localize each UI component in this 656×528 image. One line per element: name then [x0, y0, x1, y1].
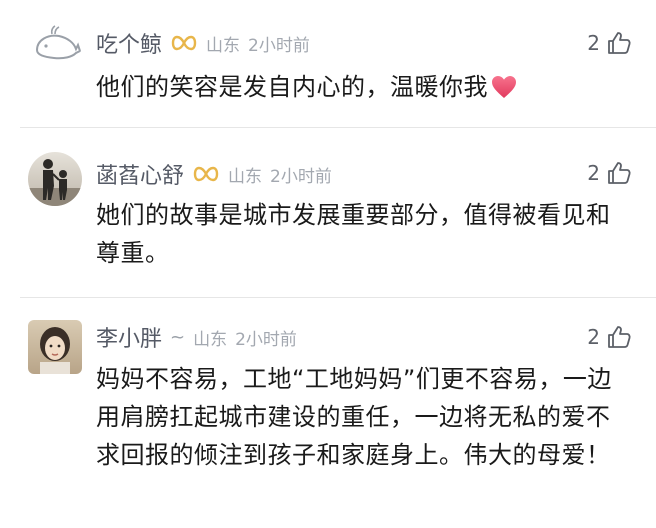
username[interactable]: 吃个鲸: [96, 27, 162, 59]
username[interactable]: 菡萏心舒: [96, 158, 184, 190]
timestamp: 2小时前: [235, 329, 297, 350]
like-button[interactable]: 2: [587, 30, 632, 56]
comment-item: 吃个鲸 山东 2小时前 2 他们的笑容是发自内心的，温暖你我: [0, 0, 656, 128]
comment-header: 吃个鲸 山东 2小时前: [96, 28, 310, 58]
like-count: 2: [587, 161, 600, 185]
avatar[interactable]: [28, 152, 82, 206]
comment-item: 李小胖 ~ 山东 2小时前 2 妈妈不容易，工地“工地妈妈”们更不容易，一边用肩膀…: [0, 298, 656, 528]
tilde-badge-icon: ~: [170, 326, 186, 348]
location: 山东: [228, 166, 263, 187]
child-photo-avatar-icon: [40, 327, 70, 374]
heart-icon: [490, 73, 518, 99]
like-count: 2: [587, 325, 600, 349]
avatar[interactable]: [28, 16, 82, 70]
thumbs-up-icon: [608, 162, 631, 184]
comment-item: 菡萏心舒 山东 2小时前 2 她们的故事是城市发展重要部分，值得被看见和尊重。: [0, 128, 656, 298]
comment-meta: 山东 2小时前: [193, 325, 297, 350]
comment-text: 妈妈不容易，工地“工地妈妈”们更不容易，一边用肩膀扛起城市建设的重任，一边将无私…: [96, 365, 612, 469]
infinity-badge-icon: [170, 32, 198, 54]
comment-header: 李小胖 ~ 山东 2小时前: [96, 321, 297, 353]
comment-text: 她们的故事是城市发展重要部分，值得被看见和尊重。: [96, 201, 611, 267]
username[interactable]: 李小胖: [96, 321, 162, 353]
whale-avatar-icon: [35, 25, 82, 60]
location: 山东: [206, 35, 241, 56]
like-button[interactable]: 2: [587, 160, 632, 186]
infinity-badge-icon: [192, 163, 220, 185]
comment-meta: 山东 2小时前: [228, 162, 332, 187]
comment-text-content: 他们的笑容是发自内心的，温暖你我: [96, 73, 488, 101]
timestamp: 2小时前: [248, 35, 310, 56]
comment-text: 他们的笑容是发自内心的，温暖你我: [96, 68, 626, 106]
comment-header: 菡萏心舒 山东 2小时前: [96, 159, 332, 189]
location: 山东: [193, 329, 228, 350]
thumbs-up-icon: [608, 32, 631, 54]
silhouette-avatar-icon: [28, 159, 82, 206]
like-count: 2: [587, 31, 600, 55]
timestamp: 2小时前: [270, 166, 332, 187]
comment-meta: 山东 2小时前: [206, 31, 310, 56]
avatar[interactable]: [28, 320, 82, 374]
like-button[interactable]: 2: [587, 324, 632, 350]
thumbs-up-icon: [608, 326, 631, 348]
